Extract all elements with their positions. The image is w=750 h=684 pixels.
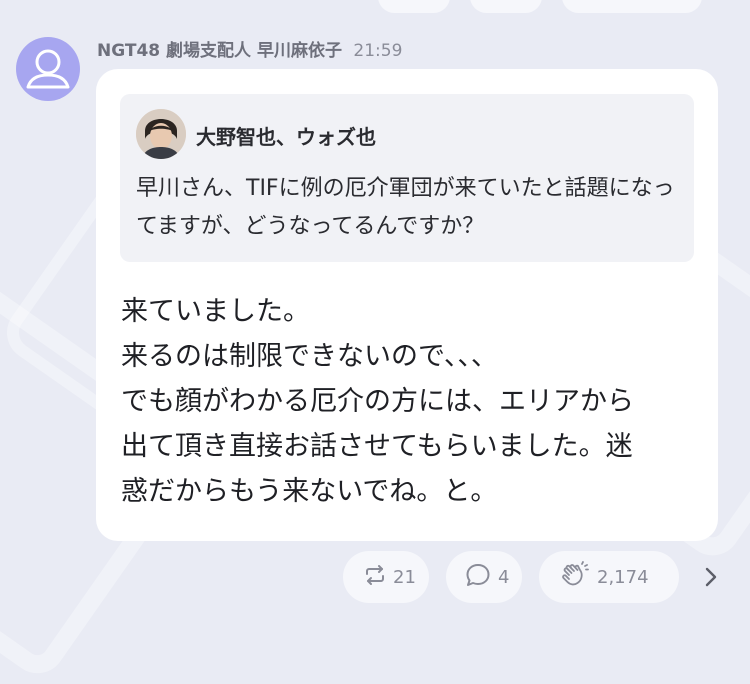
repost-icon	[363, 563, 387, 592]
quoted-question[interactable]: 大野智也、ウォズ也 早川さん、TIFに例の厄介軍団が来ていたと話題になってますが…	[120, 94, 694, 262]
message-body: 来ていました。 来るのは制限できないので、、、 でも顔がわかる厄介の方には、エリ…	[121, 289, 711, 514]
chevron-right-icon	[705, 567, 717, 587]
previous-post-action[interactable]	[562, 0, 702, 13]
previous-post-action[interactable]	[378, 0, 450, 13]
message-line: でも顔がわかる厄介の方には、エリアから	[121, 386, 634, 417]
message-line: 来ていました。	[121, 296, 310, 327]
clap-icon	[561, 560, 591, 594]
repost-count: 21	[393, 566, 416, 588]
quoted-author-avatar	[136, 109, 186, 159]
author-name[interactable]: NGT48 劇場支配人 早川麻依子	[97, 41, 342, 61]
message-line: 来るのは制限できないので、、、	[121, 341, 498, 372]
quoted-author-name: 大野智也、ウォズ也	[196, 125, 376, 149]
post-time: 21:59	[353, 41, 403, 61]
repost-button[interactable]: 21	[343, 551, 429, 603]
clap-button[interactable]: 2,174	[539, 551, 679, 603]
reply-button[interactable]: 4	[446, 551, 522, 603]
clap-count: 2,174	[597, 566, 649, 588]
post-header: NGT48 劇場支配人 早川麻依子 21:59	[97, 36, 402, 61]
quoted-text: 早川さん、TIFに例の厄介軍団が来ていたと話題になってますが、どうなってるんです…	[136, 176, 675, 239]
message-card: 大野智也、ウォズ也 早川さん、TIFに例の厄介軍団が来ていたと話題になってますが…	[96, 69, 718, 541]
message-line: 惑だからもう来ないでね。と。	[121, 476, 498, 507]
author-avatar[interactable]	[16, 37, 80, 101]
default-user-icon	[26, 49, 70, 89]
reply-count: 4	[498, 566, 510, 588]
message-line: 出て頂き直接お話させてもらいました。迷	[121, 431, 633, 462]
reply-bubble-icon	[464, 561, 492, 594]
previous-post-action[interactable]	[470, 0, 542, 13]
next-button[interactable]	[700, 564, 722, 590]
